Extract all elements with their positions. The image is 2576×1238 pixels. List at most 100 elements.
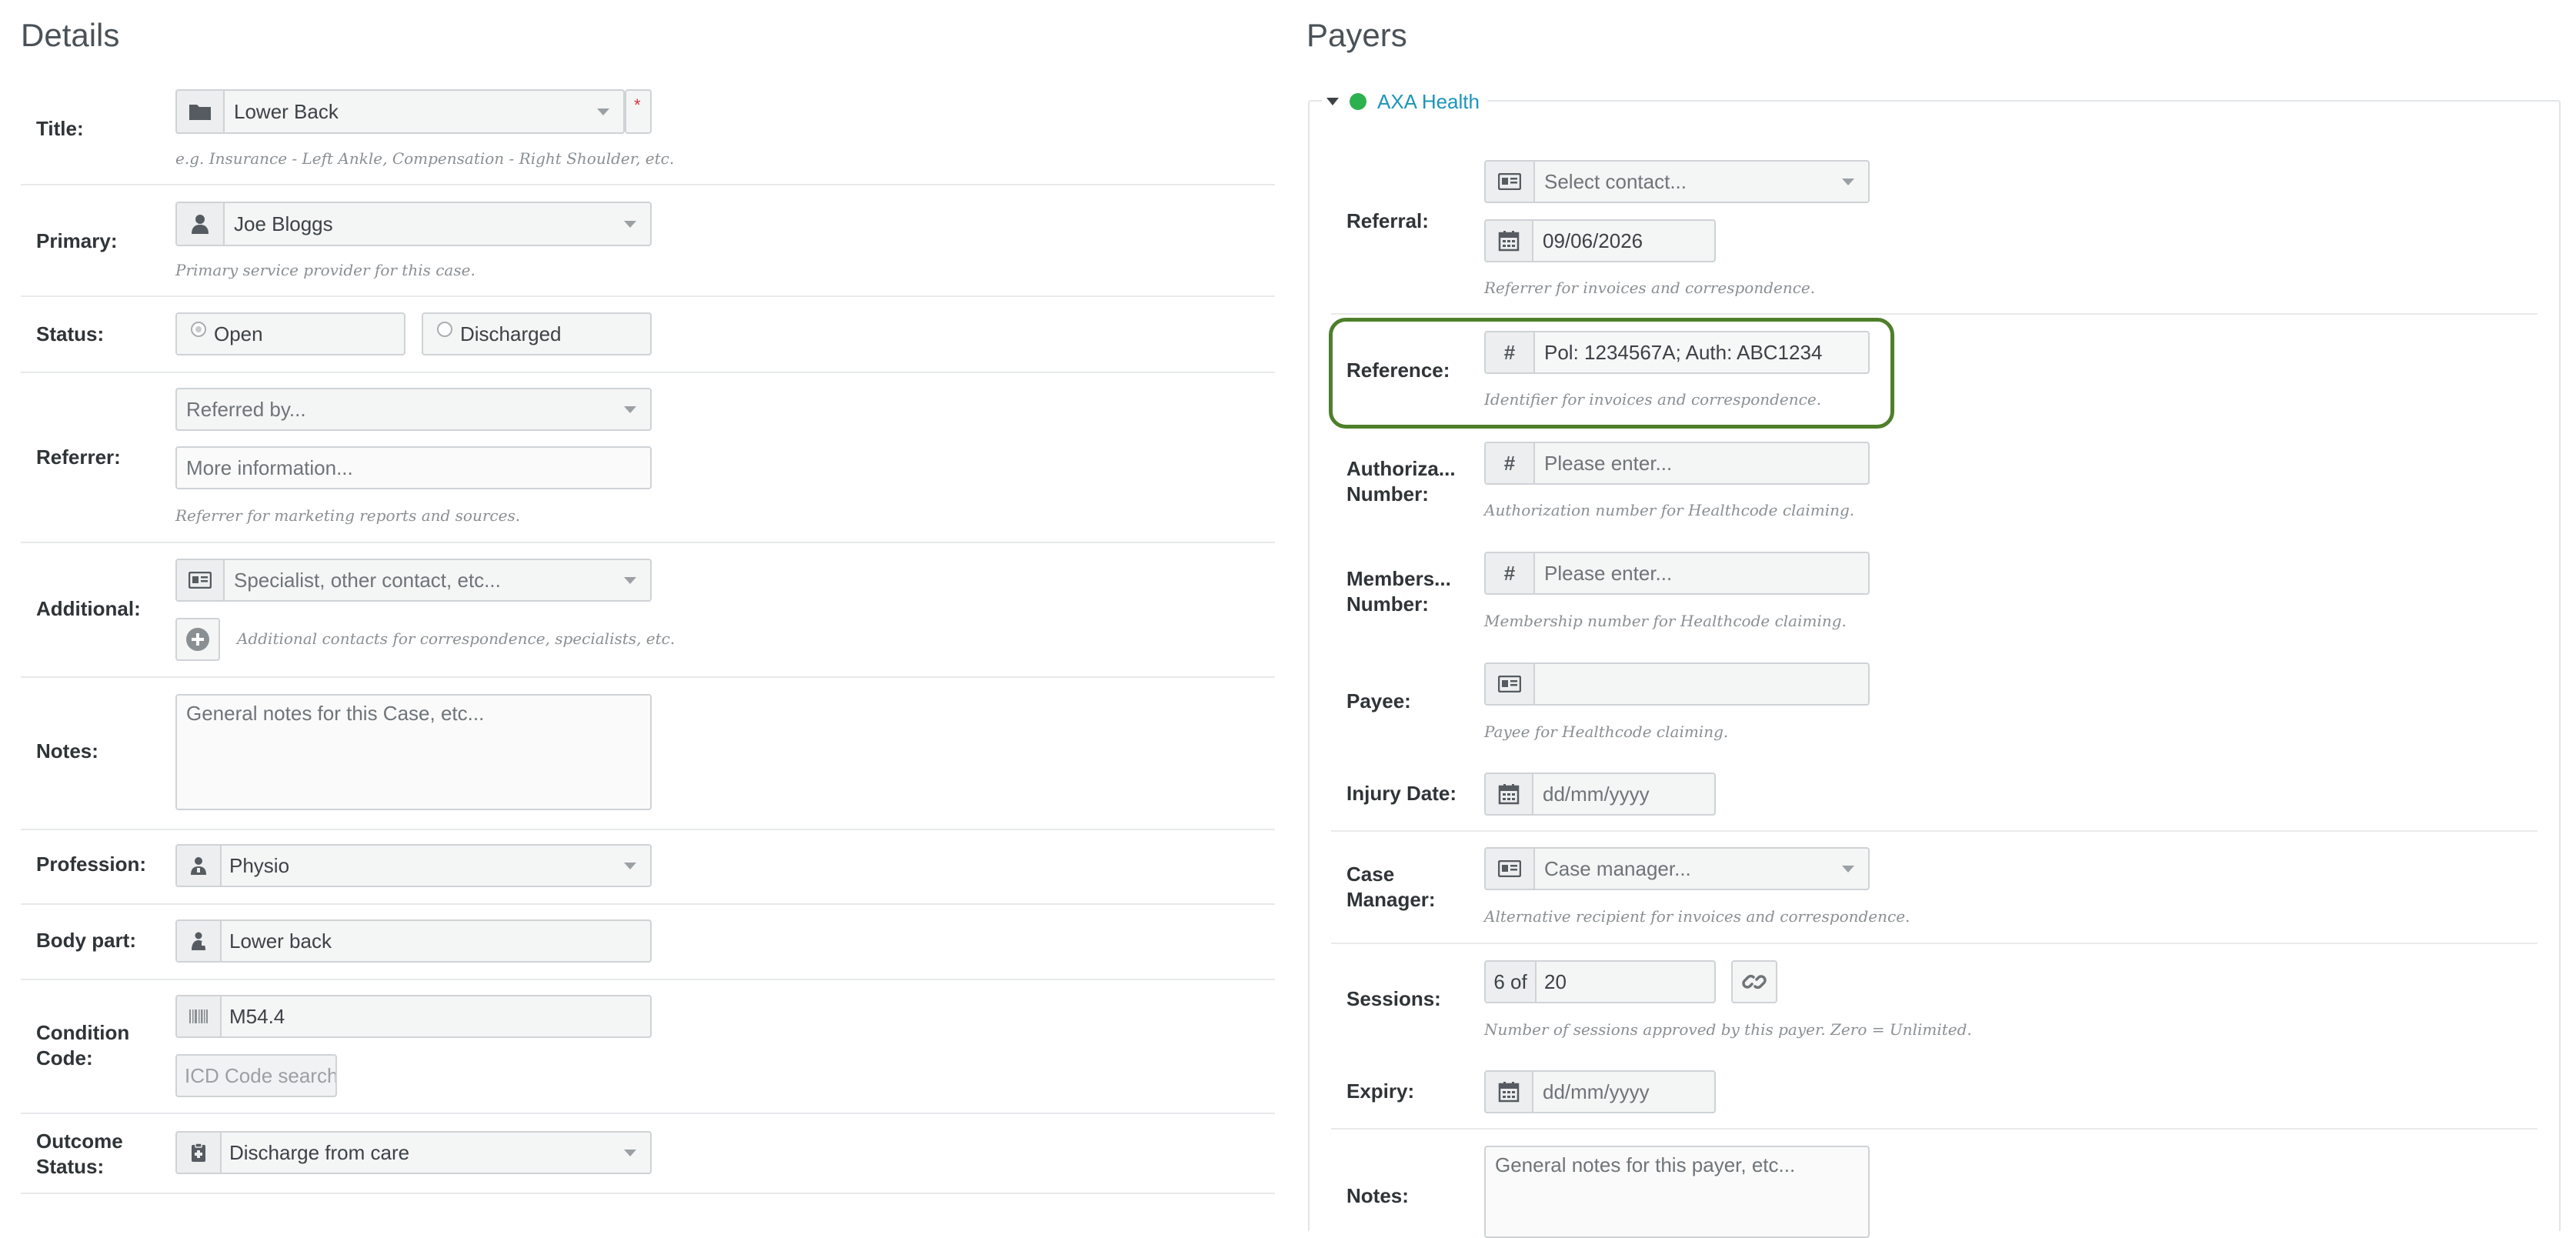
title-label: Title: (36, 117, 84, 140)
referral-contact-placeholder: Select contact... (1544, 169, 1687, 193)
hash-icon: # (1486, 553, 1535, 593)
payee-label: Payee: (1346, 689, 1411, 712)
referrer-label: Referrer: (36, 445, 121, 469)
divider (1331, 830, 2538, 832)
body-part-input[interactable]: Lower back (175, 919, 652, 963)
folder-icon (177, 91, 225, 132)
plus-circle-icon (186, 628, 209, 651)
referred-by-select[interactable]: Referred by... (175, 388, 652, 431)
injury-date-input[interactable]: dd/mm/yyyy (1484, 772, 1716, 816)
outcome-status-value: Discharge from care (229, 1140, 410, 1164)
primary-value: Joe Bloggs (234, 212, 333, 235)
radio-discharged[interactable] (437, 322, 452, 337)
divider (1331, 943, 2538, 944)
title-value: Lower Back (234, 99, 339, 123)
membership-number-input[interactable]: # Please enter... (1484, 552, 1870, 595)
payer-legend[interactable]: AXA Health (1322, 86, 1487, 117)
membership-help: Membership number for Healthcode claimin… (1484, 612, 1847, 630)
caret-down-icon (624, 577, 636, 584)
referrer-info-placeholder: More information... (186, 455, 353, 479)
expiry-placeholder: dd/mm/yyyy (1543, 1079, 1650, 1103)
body-part-label: Body part: (36, 929, 136, 952)
authorization-help: Authorization number for Healthcode clai… (1484, 501, 1855, 519)
title-select[interactable]: Lower Back (175, 89, 625, 134)
payers-heading: Payers (1306, 17, 1407, 53)
case-manager-label-line1: Case (1346, 863, 1395, 886)
outcome-status-label-line1: Outcome (36, 1130, 123, 1153)
payee-input[interactable] (1484, 662, 1870, 706)
case-notes-textarea[interactable]: General notes for this Case, etc... (175, 694, 652, 810)
details-heading: Details (21, 17, 120, 53)
membership-label-line2: Number: (1346, 592, 1429, 616)
status-discharged-text: Discharged (460, 322, 562, 345)
profession-icon (177, 846, 222, 886)
referral-label: Referral: (1346, 209, 1429, 232)
status-open-option[interactable]: Open (175, 312, 405, 355)
divider (21, 1193, 1275, 1194)
authorization-label-line1: Authoriza... (1346, 457, 1456, 480)
divider (21, 372, 1275, 373)
caret-down-icon (1842, 179, 1854, 185)
caret-down-icon (624, 1150, 636, 1156)
title-help: e.g. Insurance - Left Ankle, Compensatio… (175, 149, 675, 168)
outcome-status-label-line2: Status: (36, 1155, 105, 1178)
case-manager-label: Case Manager: (1346, 862, 1436, 913)
link-icon (1742, 974, 1767, 989)
case-manager-label-line2: Manager: (1346, 888, 1436, 911)
caret-down-icon (624, 863, 636, 869)
divider (21, 829, 1275, 830)
status-open-text: Open (214, 322, 263, 345)
radio-open[interactable] (191, 322, 206, 337)
profession-select[interactable]: Physio (175, 844, 652, 887)
caret-down-icon (597, 108, 609, 115)
primary-select[interactable]: Joe Bloggs (175, 202, 652, 246)
payer-notes-label: Notes: (1346, 1184, 1409, 1207)
notes-label: Notes: (36, 739, 98, 762)
sessions-help: Number of sessions approved by this paye… (1484, 1020, 1972, 1039)
additional-label: Additional: (36, 597, 141, 620)
divider (21, 979, 1275, 980)
outcome-status-select[interactable]: Discharge from care (175, 1131, 652, 1174)
contact-card-icon (1486, 162, 1535, 202)
case-manager-help: Alternative recipient for invoices and c… (1484, 907, 1910, 926)
icd-code-search-button[interactable]: ICD Code search (175, 1054, 337, 1097)
hash-icon: # (1486, 332, 1535, 372)
icd-code-search-label: ICD Code search (185, 1063, 337, 1087)
sessions-input[interactable]: 6 of 20 (1484, 960, 1716, 1003)
reference-input[interactable]: # Pol: 1234567A; Auth: ABC1234 (1484, 331, 1870, 374)
payer-notes-textarea[interactable]: General notes for this payer, etc... (1484, 1146, 1870, 1238)
authorization-number-input[interactable]: # Please enter... (1484, 442, 1870, 485)
body-part-value: Lower back (229, 929, 332, 953)
divider (21, 295, 1275, 297)
sessions-value: 20 (1544, 969, 1567, 993)
injury-date-placeholder: dd/mm/yyyy (1543, 782, 1650, 806)
condition-code-label: Condition Code: (36, 1020, 129, 1071)
case-manager-select[interactable]: Case manager... (1484, 847, 1870, 890)
caret-down-icon (624, 406, 636, 413)
referral-help: Referrer for invoices and correspondence… (1484, 279, 1816, 297)
divider (21, 1113, 1275, 1114)
authorization-number-label: Authoriza... Number: (1346, 456, 1456, 507)
payer-name-link[interactable]: AXA Health (1377, 90, 1480, 114)
condition-code-label-line2: Code: (36, 1046, 93, 1069)
case-notes-placeholder: General notes for this Case, etc... (186, 702, 485, 725)
body-part-icon (177, 921, 222, 961)
additional-contact-select[interactable]: Specialist, other contact, etc... (175, 559, 652, 602)
referred-by-placeholder: Referred by... (186, 397, 306, 421)
referral-date-input[interactable]: 09/06/2026 (1484, 219, 1716, 262)
calendar-icon (1486, 774, 1533, 814)
contact-card-icon (1486, 849, 1535, 889)
status-label: Status: (36, 322, 105, 345)
clipboard-icon (177, 1133, 222, 1173)
reference-value: Pol: 1234567A; Auth: ABC1234 (1544, 340, 1823, 364)
referral-contact-select[interactable]: Select contact... (1484, 160, 1870, 203)
calendar-icon (1486, 221, 1533, 261)
caret-down-icon[interactable] (1326, 98, 1339, 105)
link-sessions-button[interactable] (1731, 960, 1777, 1003)
referrer-info-input[interactable]: More information... (175, 446, 652, 489)
status-discharged-option[interactable]: Discharged (422, 312, 652, 355)
add-contact-button[interactable] (175, 618, 220, 661)
expiry-date-input[interactable]: dd/mm/yyyy (1484, 1070, 1716, 1113)
condition-code-input[interactable]: M54.4 (175, 995, 652, 1038)
payee-help: Payee for Healthcode claiming. (1484, 722, 1729, 741)
